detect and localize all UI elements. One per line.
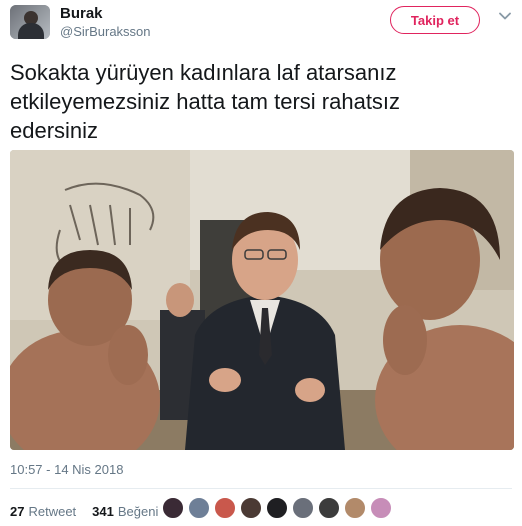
liker-avatar[interactable] bbox=[344, 497, 366, 519]
tweet-header: Burak @SirBuraksson Takip et bbox=[0, 0, 522, 50]
liker-avatar[interactable] bbox=[318, 497, 340, 519]
like-count[interactable]: 341 Beğeni bbox=[92, 504, 158, 519]
liker-avatar[interactable] bbox=[240, 497, 262, 519]
divider bbox=[10, 488, 512, 489]
follow-button[interactable]: Takip et bbox=[390, 6, 480, 34]
liker-avatar[interactable] bbox=[162, 497, 184, 519]
tweet-text-line: edersiniz bbox=[10, 118, 99, 143]
liker-avatar[interactable] bbox=[292, 497, 314, 519]
tweet-timestamp[interactable]: 10:57 - 14 Nis 2018 bbox=[10, 462, 123, 477]
photo-illustration bbox=[10, 150, 514, 450]
tweet-photo[interactable] bbox=[10, 150, 514, 450]
liker-avatar[interactable] bbox=[214, 497, 236, 519]
liker-avatar[interactable] bbox=[188, 497, 210, 519]
tweet-text-line: Sokakta yürüyen kadınlara laf atarsanız bbox=[10, 60, 397, 85]
liker-avatars bbox=[162, 497, 396, 519]
retweet-count[interactable]: 27 Retweet bbox=[10, 504, 76, 519]
tweet-text-line: etkileyemezsiniz hatta tam tersi rahatsı… bbox=[10, 89, 401, 114]
author-handle[interactable]: @SirBuraksson bbox=[60, 24, 151, 39]
like-count-value: 341 bbox=[92, 503, 114, 519]
tweet-stats: 27 Retweet 341 Beğeni bbox=[10, 500, 174, 522]
tweet-text: Sokakta yürüyen kadınlara laf atarsanız … bbox=[10, 58, 510, 145]
retweet-count-label: Retweet bbox=[28, 503, 77, 519]
author-avatar[interactable] bbox=[10, 5, 50, 39]
author-name[interactable]: Burak bbox=[60, 5, 103, 22]
chevron-down-icon[interactable] bbox=[498, 9, 512, 23]
like-count-label: Beğeni bbox=[117, 503, 159, 519]
liker-avatar[interactable] bbox=[370, 497, 392, 519]
liker-avatar[interactable] bbox=[266, 497, 288, 519]
retweet-count-value: 27 bbox=[10, 503, 25, 519]
